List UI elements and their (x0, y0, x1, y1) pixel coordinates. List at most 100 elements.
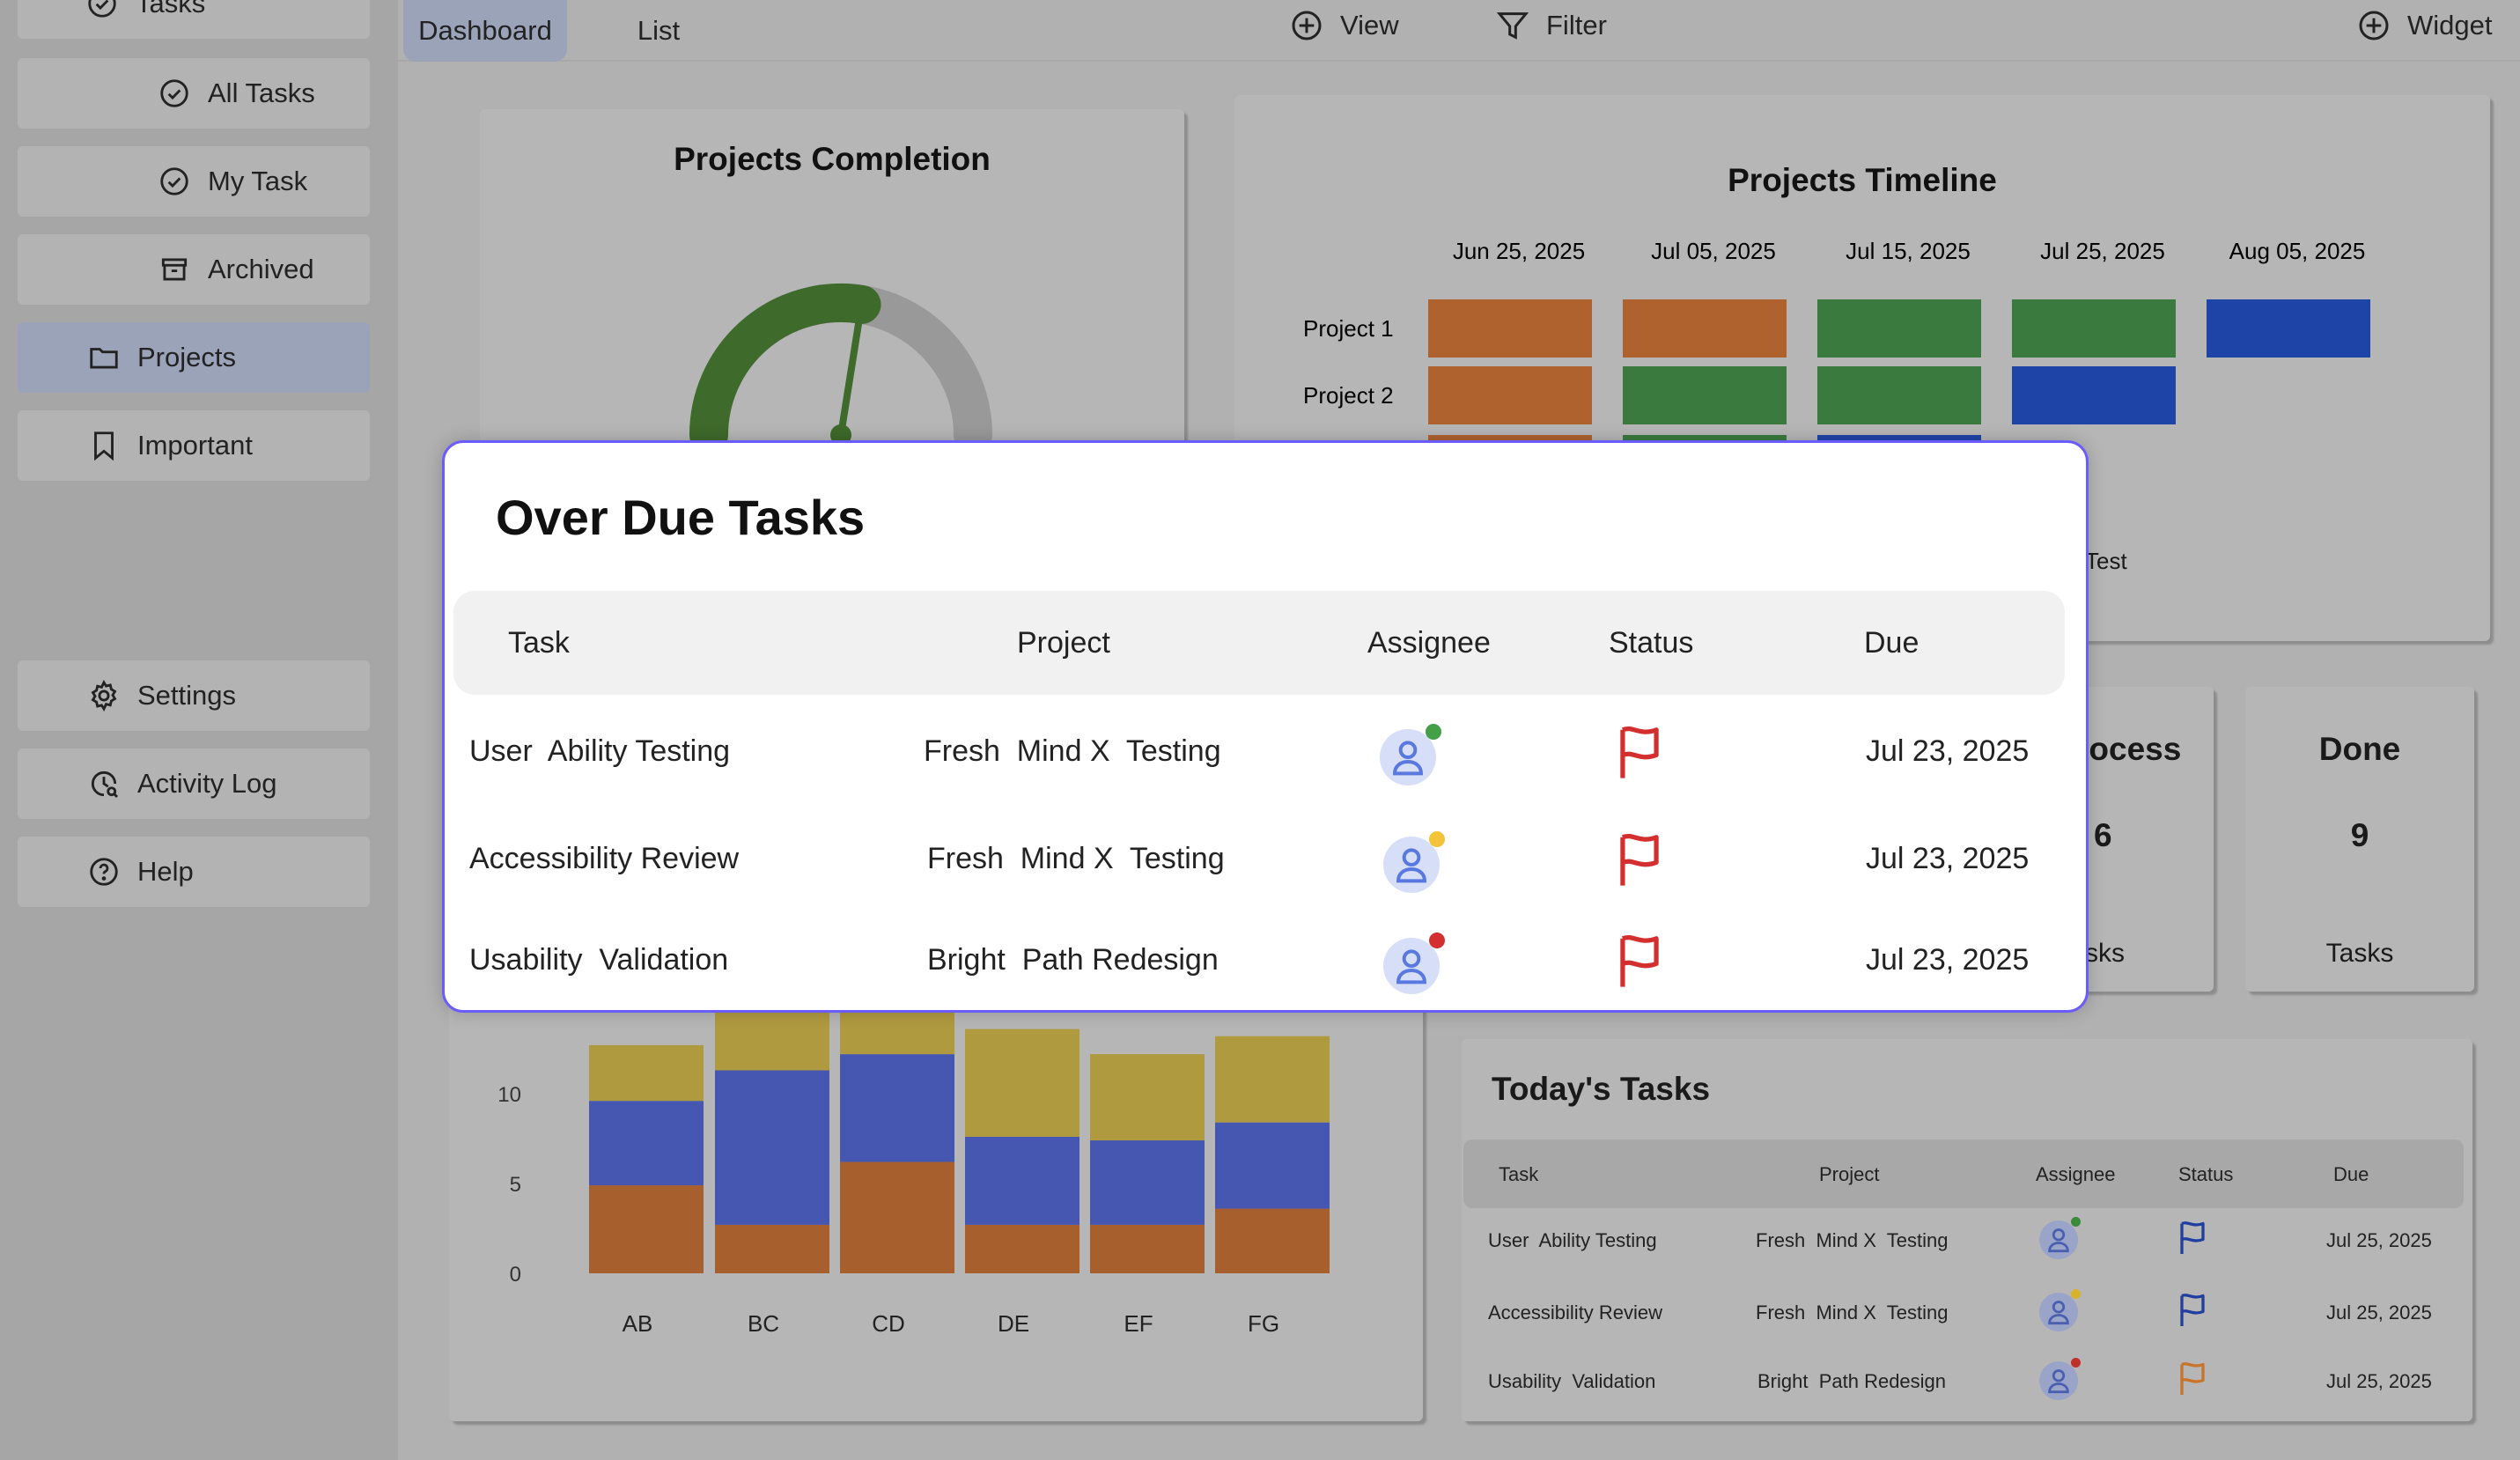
flag-icon[interactable] (2177, 1220, 2208, 1256)
timeline-date-label: Jul 25, 2025 (2040, 238, 2165, 264)
header-status: Status (2178, 1163, 2234, 1185)
x-tick-label: EF (1124, 1310, 1153, 1337)
project-cell: Bright Path Redesign (927, 943, 1219, 977)
assignee-avatar[interactable] (1380, 724, 1441, 785)
assignee-avatar[interactable] (2039, 1217, 2081, 1259)
filter-button[interactable]: Filter (1495, 0, 1607, 51)
overdue-table-header: Task Project Assignee Status Due (453, 591, 2065, 695)
header-due: Due (2333, 1163, 2369, 1185)
stat-title: Done (2318, 731, 2401, 767)
timeline-bar (1428, 299, 1592, 358)
bar-segment (1090, 1224, 1205, 1273)
timeline-project-label: Project 1 (1303, 315, 1394, 342)
presence-dot (1429, 831, 1445, 847)
assignee-avatar[interactable] (1383, 831, 1445, 893)
timeline-bar (2012, 299, 2176, 358)
plus-circle-icon (2359, 11, 2389, 41)
x-tick-label: FG (1248, 1310, 1279, 1337)
flag-icon[interactable] (2177, 1293, 2208, 1328)
presence-dot (1429, 933, 1445, 948)
due-cell: Jul 23, 2025 (1866, 842, 2030, 875)
projects-completion-card: Projects Completion (480, 109, 1184, 479)
project-cell: Fresh Mind X Testing (1756, 1229, 1949, 1251)
view-button[interactable]: View (1289, 0, 1399, 51)
assignee-avatar[interactable] (2039, 1358, 2081, 1400)
timeline-project-label: Project 2 (1303, 382, 1394, 409)
header-assignee: Assignee (1367, 626, 1491, 660)
sidebar-item-activity-log[interactable]: Activity Log (18, 748, 370, 819)
presence-dot (2071, 1217, 2081, 1227)
bar-segment (1215, 1036, 1330, 1123)
header-due: Due (1864, 626, 1919, 660)
header-task: Task (508, 626, 570, 660)
y-tick-label: 10 (497, 1083, 521, 1107)
gauge-needle (837, 305, 865, 439)
bar-segment (715, 1224, 829, 1273)
timeline-date-label: Jul 05, 2025 (1651, 238, 1776, 264)
timeline-date-label: Aug 05, 2025 (2229, 238, 2366, 264)
filter-icon (1496, 12, 1529, 40)
sidebar-item-label: All Tasks (208, 77, 315, 108)
stat-unit: sks (2085, 939, 2125, 968)
due-cell: Jul 23, 2025 (1866, 734, 2030, 768)
tab-list[interactable]: List (615, 0, 703, 62)
filter-label: Filter (1546, 10, 1607, 41)
flag-icon[interactable] (1614, 726, 1665, 785)
overdue-tasks-modal[interactable]: Over Due Tasks Task Project Assignee Sta… (442, 440, 2089, 1013)
stat-unit: Tasks (2325, 939, 2394, 968)
archive-icon (157, 252, 192, 287)
task-cell: Accessibility Review (1488, 1301, 1663, 1324)
flag-icon[interactable] (1614, 833, 1665, 892)
timeline-bar (1428, 366, 1592, 424)
sidebar-item-all-tasks[interactable]: All Tasks (18, 58, 370, 129)
timeline-legend-label: Test (2085, 548, 2127, 574)
bar-segment (965, 1224, 1079, 1273)
sidebar-item-label: Archived (208, 254, 314, 284)
sidebar-item-archived[interactable]: Archived (18, 234, 370, 305)
sidebar-item-label: Projects (137, 342, 236, 372)
plus-circle-icon (1292, 11, 1322, 41)
bar-segment (715, 1070, 829, 1225)
sidebar-item-important[interactable]: Important (18, 410, 370, 481)
bar-segment (589, 1185, 704, 1273)
flag-icon[interactable] (1614, 934, 1665, 993)
sidebar-item-label: Activity Log (137, 768, 277, 799)
assignee-avatar[interactable] (2039, 1289, 2081, 1331)
due-cell: Jul 25, 2025 (2326, 1229, 2432, 1251)
flag-icon[interactable] (2177, 1361, 2208, 1397)
sidebar-item-help[interactable]: Help (18, 837, 370, 907)
task-cell: Usability Validation (469, 943, 729, 977)
sidebar-item-label: Settings (137, 680, 237, 711)
stacked-bar-chart: 051015ABBCCDDEEFFG (497, 969, 1330, 1337)
assignee-avatar[interactable] (1383, 933, 1445, 994)
card-title: Today's Tasks (1492, 1071, 1711, 1107)
sidebar-item-my-task[interactable]: My Task (18, 146, 370, 217)
bar-segment (1090, 1054, 1205, 1141)
widget-label: Widget (2407, 10, 2493, 41)
widget-button[interactable]: Widget (2356, 0, 2492, 51)
check-circle-icon (157, 164, 192, 199)
sidebar-item-label: Help (137, 856, 194, 887)
x-tick-label: BC (748, 1310, 779, 1337)
sidebar-item-tasks[interactable]: Tasks (18, 0, 370, 39)
view-label: View (1340, 10, 1399, 41)
sidebar: Tasks All Tasks My Task Archived Project… (0, 0, 398, 1460)
timeline-date-label: Jul 15, 2025 (1846, 238, 1971, 264)
bar-segment (1215, 1122, 1330, 1209)
bar-segment (965, 1136, 1079, 1225)
x-tick-label: CD (872, 1310, 905, 1337)
sidebar-item-projects[interactable]: Projects (18, 322, 370, 393)
stat-value: 9 (2350, 817, 2369, 853)
bar-segment (840, 1161, 954, 1273)
tab-dashboard[interactable]: Dashboard (403, 0, 567, 62)
header-assignee: Assignee (2036, 1163, 2116, 1185)
y-tick-label: 0 (510, 1263, 521, 1287)
task-cell: User Ability Testing (469, 734, 731, 768)
gauge-fill (689, 283, 881, 454)
sidebar-item-settings[interactable]: Settings (18, 660, 370, 731)
project-cell: Bright Path Redesign (1757, 1370, 1947, 1392)
timeline-bar (1623, 299, 1787, 358)
header-status: Status (1609, 626, 1694, 660)
bar-segment (965, 1029, 1079, 1137)
project-cell: Fresh Mind X Testing (1756, 1301, 1949, 1324)
